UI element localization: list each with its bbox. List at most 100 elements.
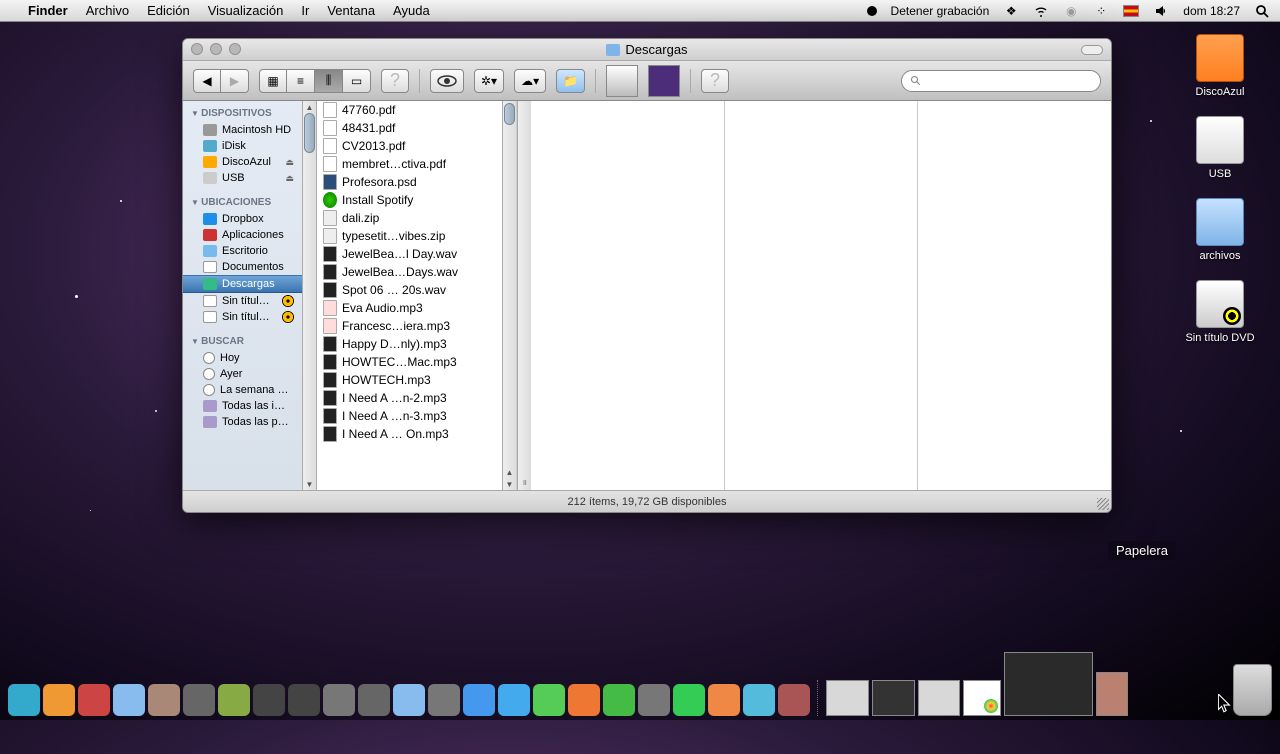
- sidebar-header-places[interactable]: UBICACIONES: [183, 194, 316, 211]
- file-row[interactable]: I Need A …n-3.mp3: [317, 407, 516, 425]
- back-button[interactable]: ◀: [193, 69, 221, 93]
- dock-app[interactable]: [708, 684, 740, 716]
- view-coverflow-button[interactable]: ▭: [343, 69, 371, 93]
- dock-app[interactable]: [358, 684, 390, 716]
- search-field[interactable]: [901, 70, 1101, 92]
- app-shortcut-ae[interactable]: [648, 65, 680, 97]
- action-menu[interactable]: ✲▾: [474, 69, 504, 93]
- titlebar[interactable]: Descargas: [183, 39, 1111, 61]
- spotlight-icon[interactable]: [1254, 3, 1270, 19]
- resize-grip[interactable]: [1097, 498, 1109, 510]
- dock-app[interactable]: [778, 684, 810, 716]
- file-row[interactable]: CV2013.pdf: [317, 137, 516, 155]
- minimize-button[interactable]: [210, 43, 222, 55]
- sidebar-scrollbar[interactable]: ▲▼: [302, 101, 316, 490]
- sidebar-item-search[interactable]: Todas las i…: [183, 398, 316, 414]
- file-row[interactable]: membret…ctiva.pdf: [317, 155, 516, 173]
- menu-visualizacion[interactable]: Visualización: [208, 3, 284, 18]
- app-shortcut-1[interactable]: [606, 65, 638, 97]
- status-icon[interactable]: ⁘: [1093, 3, 1109, 19]
- app-menu[interactable]: Finder: [28, 3, 68, 18]
- sidebar-item-place[interactable]: Sin títul…: [183, 309, 316, 325]
- sidebar-item-search[interactable]: La semana …: [183, 382, 316, 398]
- dock-app[interactable]: [428, 684, 460, 716]
- dock-app[interactable]: [78, 684, 110, 716]
- view-columns-button[interactable]: ⫼: [315, 69, 343, 93]
- quicklook-button[interactable]: [430, 69, 464, 93]
- file-row[interactable]: Francesc…iera.mp3: [317, 317, 516, 335]
- dock-app[interactable]: [568, 684, 600, 716]
- menu-ir[interactable]: Ir: [301, 3, 309, 18]
- eject-icon[interactable]: ⏏: [285, 173, 294, 184]
- new-folder-button[interactable]: 📁: [556, 69, 585, 93]
- dock-minimized-window[interactable]: [872, 680, 915, 716]
- dock-minimized-window[interactable]: [963, 680, 1001, 716]
- sidebar-item-place[interactable]: Aplicaciones: [183, 227, 316, 243]
- file-row[interactable]: HOWTECH.mp3: [317, 371, 516, 389]
- search-input[interactable]: [922, 74, 1092, 88]
- file-row[interactable]: Happy D…nly).mp3: [317, 335, 516, 353]
- dock-app[interactable]: [498, 684, 530, 716]
- column-scrollbar[interactable]: ▲▼: [502, 101, 516, 490]
- dock-minimized-window[interactable]: [1096, 672, 1128, 716]
- dock-app[interactable]: [253, 684, 285, 716]
- dropbox-menu[interactable]: ☁▾: [514, 69, 546, 93]
- menu-archivo[interactable]: Archivo: [86, 3, 129, 18]
- help-button-2[interactable]: ?: [701, 69, 729, 93]
- mobileme-icon[interactable]: ◉: [1063, 3, 1079, 19]
- file-row[interactable]: JewelBea…l Day.wav: [317, 245, 516, 263]
- sidebar-item-search[interactable]: Ayer: [183, 366, 316, 382]
- desktop-folder-archivos[interactable]: archivos: [1180, 198, 1260, 262]
- file-row[interactable]: I Need A …n-2.mp3: [317, 389, 516, 407]
- sidebar-item-device[interactable]: USB⏏: [183, 170, 316, 186]
- sidebar-item-device[interactable]: Macintosh HD: [183, 122, 316, 138]
- dock-app[interactable]: [463, 684, 495, 716]
- close-button[interactable]: [191, 43, 203, 55]
- file-row[interactable]: JewelBea…Days.wav: [317, 263, 516, 281]
- desktop-volume-usb[interactable]: USB: [1180, 116, 1260, 180]
- dock-app[interactable]: [288, 684, 320, 716]
- desktop-volume-discoazul[interactable]: DiscoAzul: [1180, 34, 1260, 98]
- menu-edicion[interactable]: Edición: [147, 3, 190, 18]
- clock[interactable]: dom 18:27: [1183, 4, 1240, 18]
- sync-icon[interactable]: ❖: [1003, 3, 1019, 19]
- sidebar-item-search[interactable]: Todas las p…: [183, 414, 316, 430]
- dock-app[interactable]: [43, 684, 75, 716]
- volume-icon[interactable]: [1153, 3, 1169, 19]
- input-source-icon[interactable]: [1123, 5, 1139, 17]
- dock-app[interactable]: [638, 684, 670, 716]
- dock-app[interactable]: [743, 684, 775, 716]
- sidebar-header-search[interactable]: BUSCAR: [183, 333, 316, 350]
- wifi-icon[interactable]: [1033, 3, 1049, 19]
- file-row[interactable]: Profesora.psd: [317, 173, 516, 191]
- file-row[interactable]: HOWTEC…Mac.mp3: [317, 353, 516, 371]
- dock-minimized-window[interactable]: [918, 680, 961, 716]
- sidebar-item-place[interactable]: Sin títul…: [183, 293, 316, 309]
- file-row[interactable]: dali.zip: [317, 209, 516, 227]
- view-list-button[interactable]: ≡: [287, 69, 315, 93]
- trash[interactable]: [1233, 664, 1272, 716]
- dock-app[interactable]: [218, 684, 250, 716]
- file-row[interactable]: 47760.pdf: [317, 101, 516, 119]
- zoom-button[interactable]: [229, 43, 241, 55]
- desktop-dvd[interactable]: Sin título DVD: [1180, 280, 1260, 344]
- column-resize-handle[interactable]: ॥: [517, 101, 531, 490]
- sidebar-item-device[interactable]: iDisk: [183, 138, 316, 154]
- dock-app[interactable]: [148, 684, 180, 716]
- dock-app[interactable]: [323, 684, 355, 716]
- file-row[interactable]: Eva Audio.mp3: [317, 299, 516, 317]
- stop-recording-menu[interactable]: Detener grabación: [891, 4, 990, 18]
- file-row[interactable]: Spot 06 … 20s.wav: [317, 281, 516, 299]
- dock-minimized-window[interactable]: [826, 680, 869, 716]
- sidebar-item-device[interactable]: DiscoAzul⏏: [183, 154, 316, 170]
- dock-app[interactable]: [393, 684, 425, 716]
- file-row[interactable]: 48431.pdf: [317, 119, 516, 137]
- sidebar-item-place[interactable]: Dropbox: [183, 211, 316, 227]
- view-icons-button[interactable]: ▦: [259, 69, 287, 93]
- menu-ayuda[interactable]: Ayuda: [393, 3, 430, 18]
- sidebar-header-devices[interactable]: DISPOSITIVOS: [183, 105, 316, 122]
- file-row[interactable]: I Need A … On.mp3: [317, 425, 516, 443]
- sidebar-item-search[interactable]: Hoy: [183, 350, 316, 366]
- dock-app[interactable]: [673, 684, 705, 716]
- sidebar-item-place[interactable]: Documentos: [183, 259, 316, 275]
